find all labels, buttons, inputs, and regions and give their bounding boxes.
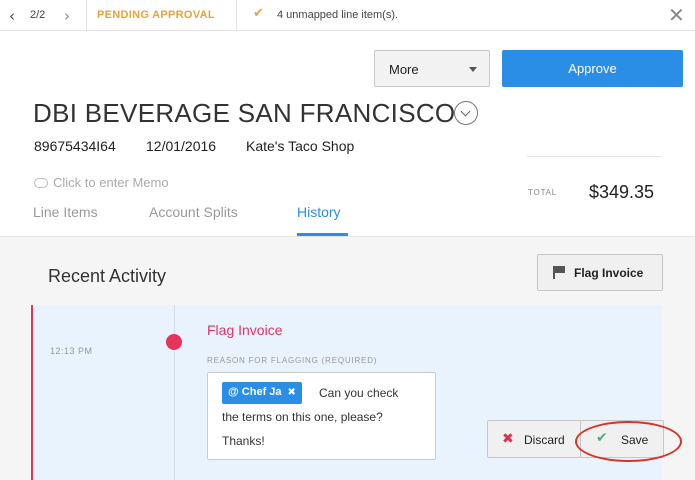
activity-time: 12:13 PM xyxy=(50,346,93,356)
save-button[interactable]: ✔ Save xyxy=(580,420,664,458)
flag-icon xyxy=(553,266,565,279)
reason-input[interactable]: @ Chef Ja ✖ Can you check the terms on th… xyxy=(207,372,436,460)
close-icon[interactable]: ✕ xyxy=(668,3,685,27)
save-label: Save xyxy=(621,433,649,447)
more-label: More xyxy=(389,62,419,77)
divider xyxy=(527,156,661,157)
invoice-number: 89675434I64 xyxy=(34,138,116,154)
tab-history[interactable]: History xyxy=(297,204,341,220)
comment-text: Thanks! xyxy=(222,434,265,448)
mention-label: @ Chef Ja xyxy=(228,386,282,398)
tab-line-items[interactable]: Line Items xyxy=(33,204,98,220)
divider xyxy=(236,0,237,31)
memo-field[interactable]: Click to enter Memo xyxy=(34,175,169,190)
discard-button[interactable]: ✖ Discard xyxy=(487,420,581,458)
remove-mention-icon[interactable]: ✖ xyxy=(288,387,296,398)
comment-text: Can you check xyxy=(319,386,399,400)
unmapped-warning: 4 unmapped line item(s). xyxy=(277,9,399,21)
timeline-dot xyxy=(166,334,182,350)
speech-bubble-icon xyxy=(34,178,48,188)
caret-down-icon xyxy=(469,67,477,72)
chevron-left-icon[interactable]: ‹ xyxy=(9,7,15,25)
status-bar: ‹ 2/2 › PENDING APPROVAL ✔ 4 unmapped li… xyxy=(0,0,695,31)
discard-label: Discard xyxy=(524,433,565,447)
chevron-down-icon[interactable] xyxy=(454,101,478,125)
location-name: Kate's Taco Shop xyxy=(246,138,355,154)
mention-tag[interactable]: @ Chef Ja ✖ xyxy=(222,382,302,404)
divider xyxy=(86,0,87,31)
memo-placeholder: Click to enter Memo xyxy=(53,175,169,190)
flag-invoice-button[interactable]: Flag Invoice xyxy=(537,254,663,291)
approve-button[interactable]: Approve xyxy=(502,50,683,87)
check-icon: ✔ xyxy=(253,6,264,21)
vendor-name: DBI BEVERAGE SAN FRANCISCO xyxy=(33,98,456,128)
flag-invoice-label: Flag Invoice xyxy=(574,266,644,280)
chevron-right-icon[interactable]: › xyxy=(64,7,70,25)
status-badge: PENDING APPROVAL xyxy=(97,9,215,21)
comment-text: the terms on this one, please? xyxy=(222,410,383,424)
total-value: $349.35 xyxy=(589,182,655,202)
pager: 2/2 xyxy=(30,9,46,21)
total-label: TOTAL xyxy=(528,188,558,197)
tab-account-splits[interactable]: Account Splits xyxy=(149,204,238,220)
timeline-line xyxy=(174,305,175,480)
more-dropdown[interactable]: More xyxy=(374,50,490,87)
activity-title: Flag Invoice xyxy=(207,322,283,338)
section-title: Recent Activity xyxy=(48,266,167,286)
reason-label: REASON FOR FLAGGING (REQUIRED) xyxy=(207,356,378,365)
check-icon: ✔ xyxy=(596,430,608,446)
invoice-date: 12/01/2016 xyxy=(146,138,217,154)
x-icon: ✖ xyxy=(502,431,514,447)
